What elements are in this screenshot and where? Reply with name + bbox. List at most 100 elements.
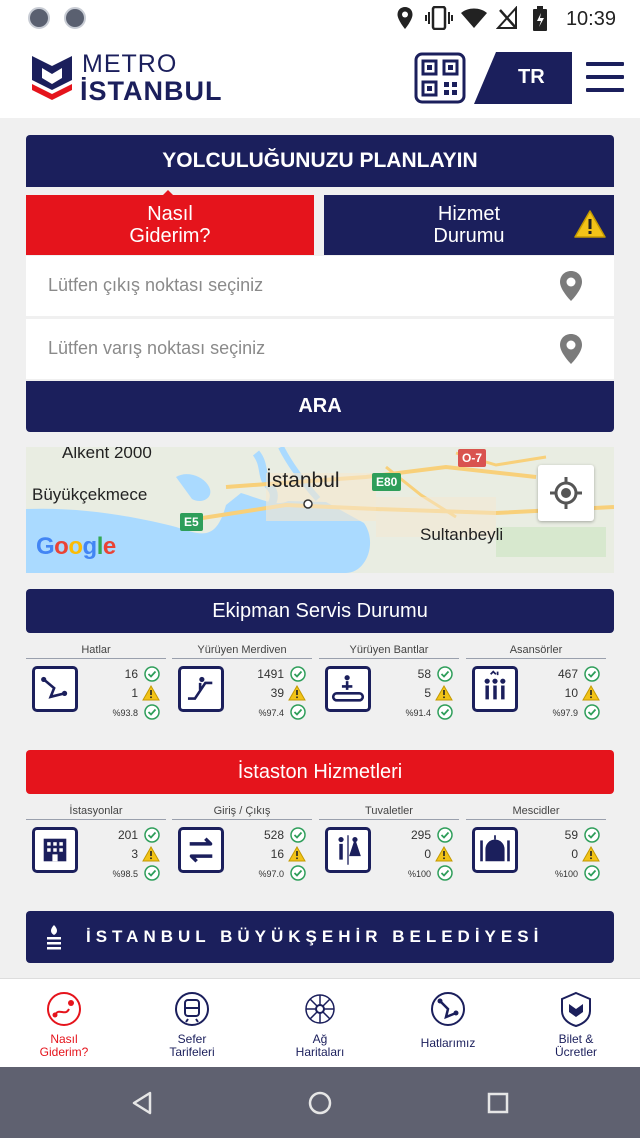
stat-ok-count: 201 (117, 828, 138, 842)
stat-title: Yürüyen Bantlar (319, 644, 459, 659)
ibb-banner[interactable]: İSTANBUL BÜYÜKŞEHİR BELEDİYESİ (26, 911, 614, 963)
planner-title: YOLCULUĞUNUZU PLANLAYIN (26, 135, 614, 187)
recent-apps-icon[interactable] (484, 1089, 512, 1117)
nav-label-maps-2: Haritaları (295, 1045, 345, 1059)
stat-warn-count: 0 (424, 847, 431, 861)
stat-pct-row: %100 (512, 865, 602, 883)
station-services-header: İstaston Hizmetleri (26, 750, 614, 794)
check-icon (437, 666, 453, 682)
warning-icon (142, 684, 160, 701)
check-icon (290, 865, 306, 881)
stat-warn-count: 1 (131, 686, 138, 700)
ibb-banner-text: İSTANBUL BÜYÜKŞEHİR BELEDİYESİ (86, 927, 544, 946)
nav-item-lines[interactable]: Hatlarımız (398, 991, 498, 1050)
stat-block[interactable]: Asansörler 467 10 %97.9 (466, 644, 606, 734)
stat-ok-row: 59 (512, 827, 602, 845)
stat-block[interactable]: Giriş / Çıkış 528 16 %97.0 (172, 805, 312, 895)
check-icon (290, 827, 306, 843)
map-label-alkent: Alkent 2000 (62, 447, 152, 462)
stat-title: Mescidler (466, 805, 606, 820)
stat-pct-row: %97.9 (512, 704, 602, 722)
check-icon (290, 704, 306, 720)
map-view[interactable]: Alkent 2000 Büyükçekmece İstanbul Sultan… (26, 447, 614, 573)
stat-ok-row: 16 (72, 666, 162, 684)
map-label-istanbul: İstanbul (266, 469, 340, 492)
nav-item-timetables[interactable]: Sefer Tarifeleri (142, 991, 242, 1059)
stat-ok-count: 295 (410, 828, 431, 842)
check-icon (584, 827, 600, 843)
stat-block[interactable]: Tuvaletler 295 0 %100 (319, 805, 459, 895)
stat-warn-count: 5 (424, 686, 431, 700)
stat-block[interactable]: Mescidler 59 0 %100 (466, 805, 606, 895)
nav-item-route-planner[interactable]: Nasıl Giderim? (14, 991, 114, 1059)
stat-pct-row: %97.0 (218, 865, 308, 883)
stat-title: Yürüyen Merdiven (172, 644, 312, 659)
search-button[interactable]: ARA (26, 381, 614, 432)
stat-ok-row: 58 (365, 666, 455, 684)
road-badge-e80: E80 (372, 473, 402, 491)
tab-status-label-2: Durumu (433, 225, 505, 247)
check-icon (584, 865, 600, 881)
app-header: METRO İSTANBUL TR (0, 36, 640, 118)
map-label-sultanbeyli: Sultanbeyli (420, 525, 504, 544)
check-icon (144, 827, 160, 843)
home-icon[interactable] (306, 1089, 334, 1117)
nav-item-tickets[interactable]: Bilet & Ücretler (526, 991, 626, 1059)
check-icon (437, 865, 453, 881)
stat-block[interactable]: Yürüyen Bantlar 58 5 %91.4 (319, 644, 459, 734)
route-icon (47, 992, 81, 1026)
nav-label-timetables-2: Tarifeleri (169, 1045, 215, 1059)
notification-icon (64, 7, 86, 29)
stat-pct-row: %98.5 (72, 865, 162, 883)
stat-warn-count: 0 (571, 847, 578, 861)
my-location-button[interactable] (538, 465, 594, 521)
bottom-navigation: Nasıl Giderim? Sefer Tarifeleri Ağ Harit… (0, 978, 640, 1068)
tab-route-planner[interactable]: Nasıl Giderim? (26, 195, 314, 255)
stat-block[interactable]: Hatlar 16 1 %93.8 (26, 644, 166, 734)
road-badge-e5: E5 (180, 513, 203, 531)
logo-text-metro: METRO (82, 50, 178, 78)
notification-icon (28, 7, 50, 29)
warning-icon (288, 684, 306, 701)
crosshair-icon (550, 477, 582, 509)
stat-percentage: %98.5 (112, 869, 138, 879)
stat-percentage: %100 (554, 869, 578, 879)
equipment-status-header: Ekipman Servis Durumu (26, 589, 614, 633)
stat-ok-row: 528 (218, 827, 308, 845)
check-icon (290, 666, 306, 682)
warning-icon (142, 845, 160, 862)
check-icon (584, 704, 600, 720)
warning-icon (582, 684, 600, 701)
no-signal-icon (496, 6, 517, 29)
stat-ok-count: 58 (417, 667, 431, 681)
warning-icon (582, 845, 600, 862)
back-icon[interactable] (128, 1089, 156, 1117)
destination-field[interactable]: Lütfen varış noktası seçiniz (26, 319, 614, 379)
location-icon (397, 7, 413, 29)
network-map-icon (305, 994, 335, 1024)
nav-item-network-maps[interactable]: Ağ Haritaları (270, 991, 370, 1059)
stat-title: Hatlar (26, 644, 166, 659)
stat-block[interactable]: Yürüyen Merdiven 1491 39 %97.4 (172, 644, 312, 734)
qr-code-icon[interactable] (414, 52, 466, 104)
stat-title: Asansörler (466, 644, 606, 659)
status-bar: 10:39 (0, 0, 640, 36)
google-logo: Google (36, 533, 116, 560)
stat-warn-row: 16 (218, 845, 308, 864)
warning-icon (435, 684, 453, 701)
origin-field[interactable]: Lütfen çıkış noktası seçiniz (26, 256, 614, 316)
warning-icon (574, 210, 606, 238)
wifi-icon (461, 8, 487, 28)
stat-title: Giriş / Çıkış (172, 805, 312, 820)
stat-ok-count: 467 (557, 667, 578, 681)
tab-service-status[interactable]: Hizmet Durumu (324, 195, 614, 255)
hamburger-menu-icon[interactable] (586, 62, 624, 94)
clock: 10:39 (565, 8, 616, 30)
metro-istanbul-logo-icon[interactable] (30, 52, 74, 102)
stat-block[interactable]: İstasyonlar 201 3 %98.5 (26, 805, 166, 895)
active-tab-caret (160, 190, 176, 198)
stat-ok-row: 1491 (218, 666, 308, 684)
stat-warn-count: 3 (131, 847, 138, 861)
check-icon (584, 666, 600, 682)
stat-title: İstasyonlar (26, 805, 166, 820)
